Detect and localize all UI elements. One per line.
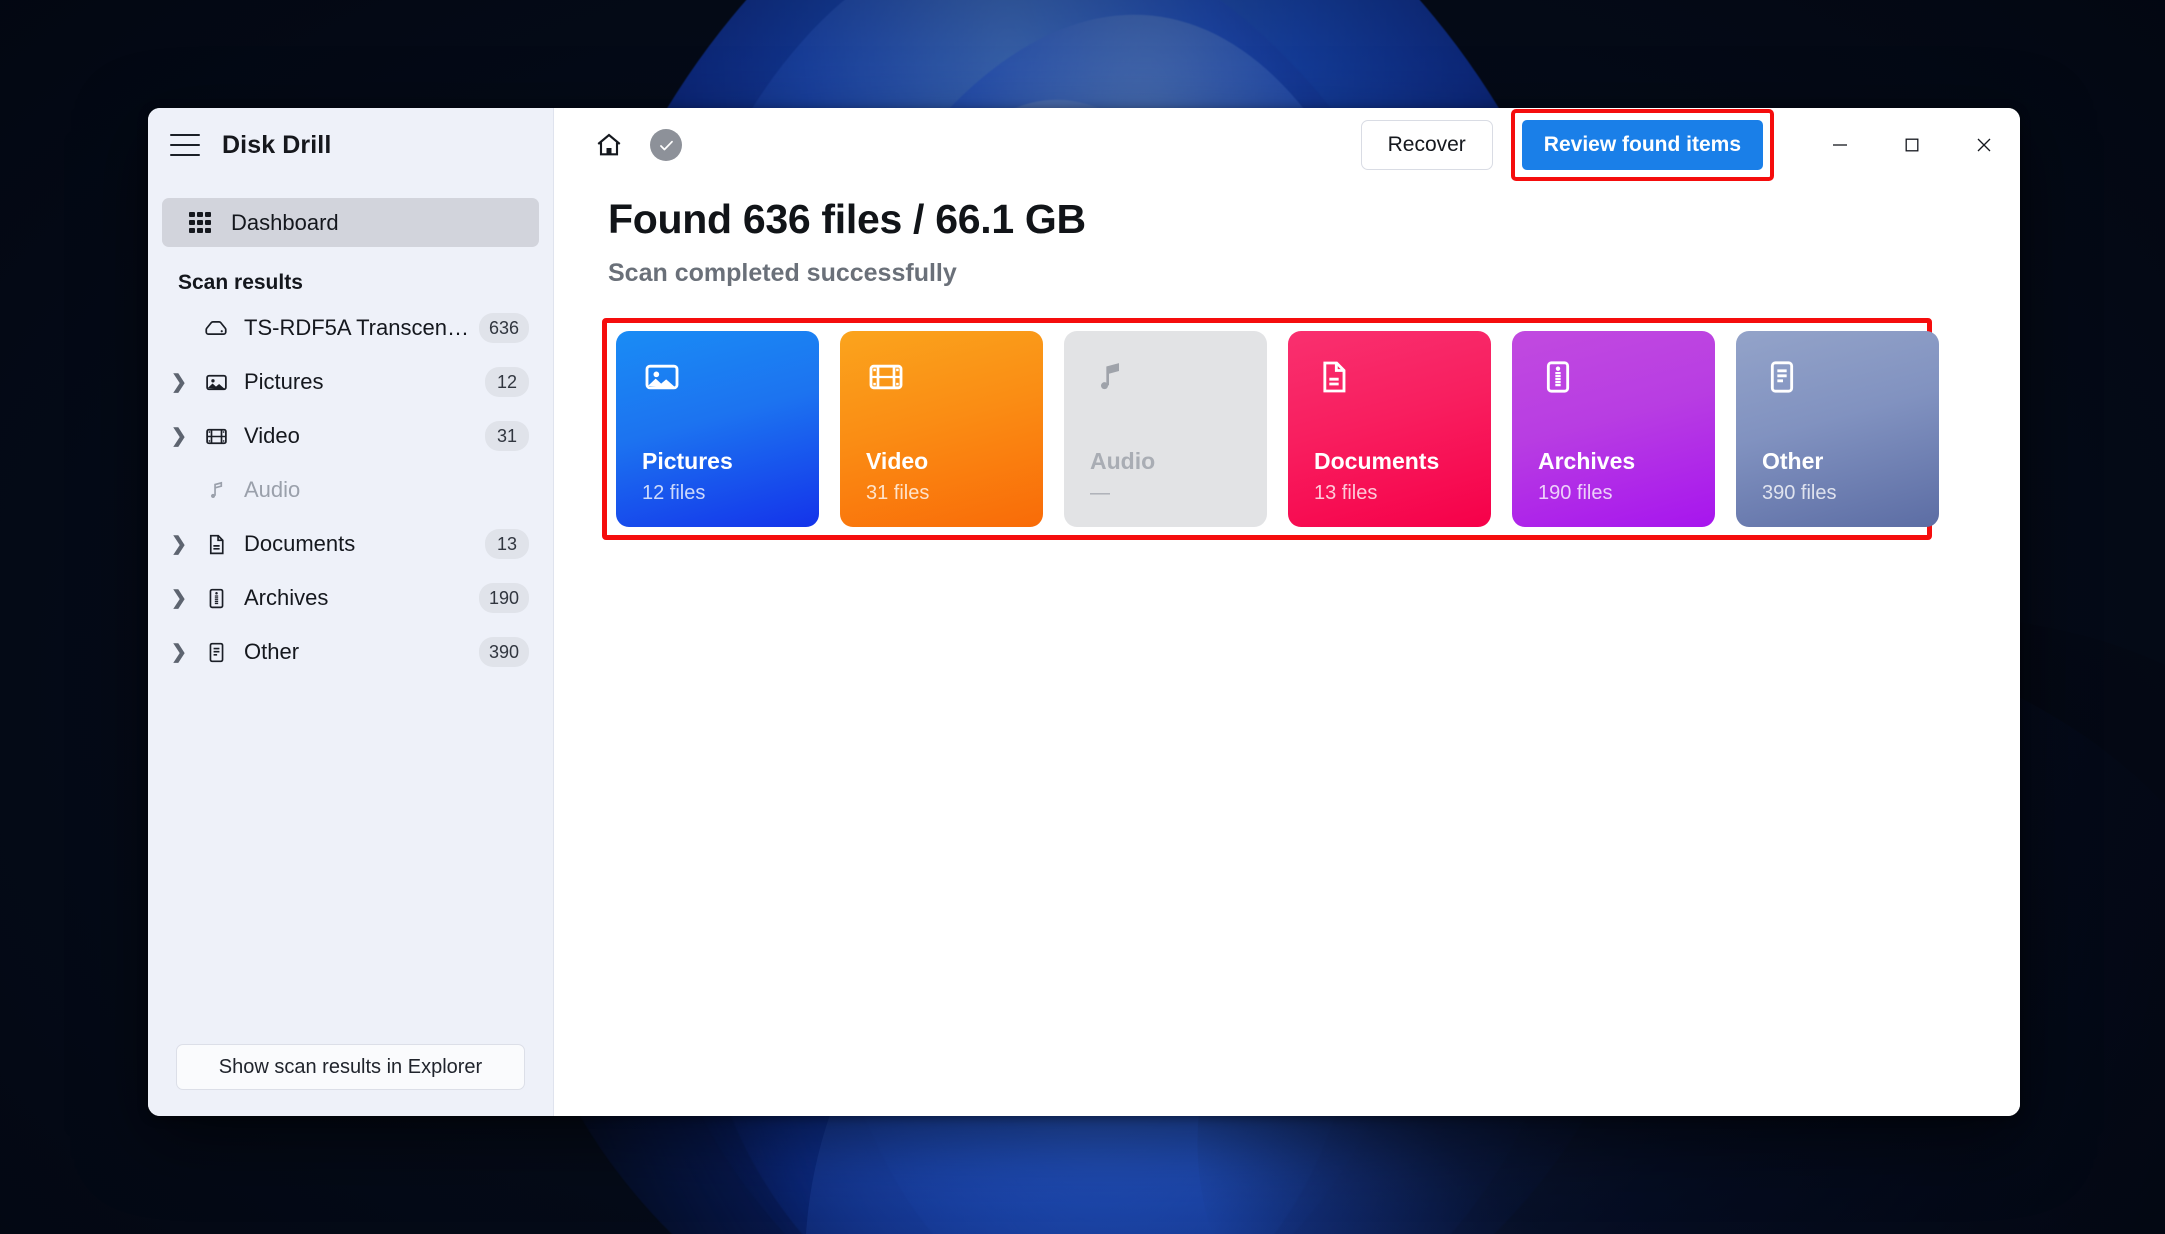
tile-file-count: — [1090,482,1110,504]
tile-name: Other [1762,448,1824,474]
tree-item-label: TS-RDF5A Transcend US... [244,315,479,340]
sidebar-nav: Dashboard [148,182,553,247]
category-tile-documents[interactable]: Documents 13 files [1288,331,1491,527]
close-button[interactable] [1948,108,2020,182]
archive-zip-icon [1538,357,1715,413]
tile-file-count: 31 files [866,482,930,504]
image-icon [196,370,236,395]
tree-item-pictures[interactable]: ❯ Pictures 12 [162,355,539,409]
tree-item-video[interactable]: ❯ Video 31 [162,409,539,463]
tree-item-documents[interactable]: ❯ Documents 13 [162,517,539,571]
image-icon [642,357,819,413]
tree-item-badge: 390 [478,637,529,667]
tree-item-badge: 13 [485,529,529,559]
page-title: Found 636 files / 66.1 GB [608,196,1086,242]
film-icon [196,424,236,449]
sidebar-header: Disk Drill [148,108,553,182]
category-tile-audio: Audio — [1064,331,1267,527]
review-found-items-annotation: Review found items [1510,109,1774,181]
tile-name: Documents [1314,448,1440,474]
tree-item-badge: 636 [478,313,529,343]
hamburger-icon[interactable] [170,134,200,156]
chevron-right-icon[interactable]: ❯ [162,371,196,394]
tree-item-label: Other [244,639,300,664]
music-note-icon [196,478,236,503]
tree-item-audio: ❯ Audio [162,463,539,517]
music-note-icon [1090,357,1267,413]
content-area: Recover Review found items Found 636 fil… [554,108,2020,1116]
disk-icon [196,315,236,341]
scan-results-tree: ❯ TS-RDF5A Transcend US... 636 ❯ [148,301,553,679]
show-scan-results-in-explorer-button[interactable]: Show scan results in Explorer [176,1044,525,1090]
tree-item-label: Documents [244,531,356,556]
category-tile-archives[interactable]: Archives 190 files [1512,331,1715,527]
page-headings: Found 636 files / 66.1 GB Scan completed… [554,182,2020,288]
category-tile-video[interactable]: Video 31 files [840,331,1043,527]
film-icon [866,357,1043,413]
archive-zip-icon [196,586,236,611]
minimize-button[interactable] [1804,108,1876,182]
tree-item-other[interactable]: ❯ Other 390 [162,625,539,679]
chevron-right-icon[interactable]: ❯ [162,587,196,610]
tree-item-label: Archives [244,585,329,610]
file-lines-icon [196,640,236,665]
tile-name: Video [866,448,929,474]
document-icon [1314,357,1491,413]
sidebar-footer: Show scan results in Explorer [148,1044,553,1116]
review-found-items-button[interactable]: Review found items [1521,120,1763,170]
tile-file-count: 390 files [1762,482,1837,504]
home-icon[interactable] [594,130,624,160]
tile-file-count: 13 files [1314,482,1378,504]
tree-item-badge: 12 [485,367,529,397]
disk-drill-window: Disk Drill Dashboard Scan results ❯ [148,108,2020,1116]
check-circle-icon[interactable] [650,129,682,161]
tile-name: Archives [1538,448,1636,474]
titlebar-actions: Recover Review found items [1360,108,2020,182]
sidebar-item-label: Dashboard [231,209,339,235]
app-title: Disk Drill [222,130,332,159]
category-tile-other[interactable]: Other 390 files [1736,331,1939,527]
chevron-right-icon[interactable]: ❯ [162,641,196,664]
document-icon [196,532,236,557]
tree-item-label: Video [244,423,300,448]
tree-item-label: Audio [244,477,301,502]
recover-button[interactable]: Recover [1360,120,1493,170]
desktop-background: Disk Drill Dashboard Scan results ❯ [0,0,2165,1234]
tree-item-badge: 31 [485,421,529,451]
category-tiles-annotation: Pictures 12 files Video 31 files Audio —… [602,318,1939,540]
chevron-right-icon[interactable]: ❯ [162,533,196,556]
maximize-button[interactable] [1876,108,1948,182]
scan-results-heading: Scan results [178,271,303,294]
tree-item-label: Pictures [244,369,324,394]
chevron-right-icon[interactable]: ❯ [162,425,196,448]
tile-file-count: 190 files [1538,482,1613,504]
tile-name: Audio [1090,448,1156,474]
scan-status-text: Scan completed successfully [608,259,957,287]
sidebar: Disk Drill Dashboard Scan results ❯ [148,108,554,1116]
tree-item-badge: 190 [478,583,529,613]
file-lines-icon [1762,357,1939,413]
tile-file-count: 12 files [642,482,706,504]
sidebar-item-dashboard[interactable]: Dashboard [162,198,539,247]
tree-item-device[interactable]: ❯ TS-RDF5A Transcend US... 636 [162,301,539,355]
tile-name: Pictures [642,448,733,474]
category-tile-pictures[interactable]: Pictures 12 files [616,331,819,527]
tree-item-archives[interactable]: ❯ Archives 190 [162,571,539,625]
grid-icon [189,211,211,234]
titlebar: Recover Review found items [554,108,2020,182]
